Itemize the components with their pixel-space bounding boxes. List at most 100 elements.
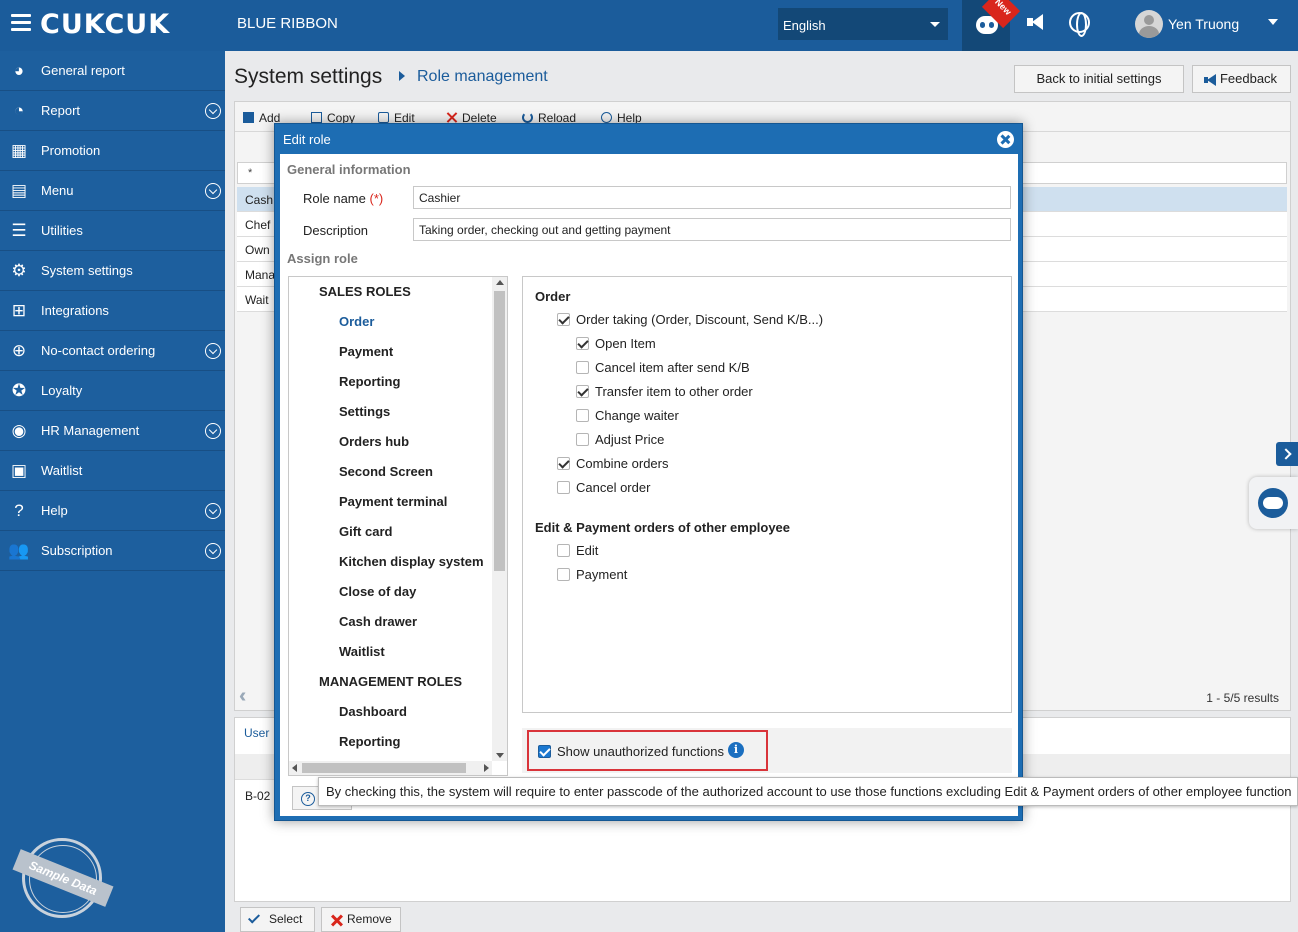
- chevron-down-icon[interactable]: [205, 543, 221, 559]
- chevron-down-icon[interactable]: [205, 103, 221, 119]
- sidebar-item-promotion[interactable]: ▦ Promotion: [0, 131, 225, 171]
- tree-item[interactable]: Reporting: [339, 374, 400, 389]
- back-to-initial-settings-button[interactable]: Back to initial settings: [1014, 65, 1184, 93]
- pie-chart-icon: ◔: [13, 101, 25, 120]
- checkbox[interactable]: [576, 433, 589, 446]
- sidebar-item-general-report[interactable]: ◕ General report: [0, 51, 225, 91]
- sidebar-item-label: Loyalty: [41, 383, 83, 398]
- checkbox[interactable]: [557, 457, 570, 470]
- permission-label: Edit: [576, 543, 599, 558]
- checkbox[interactable]: [538, 745, 551, 758]
- checkbox[interactable]: [576, 409, 589, 422]
- first-page-icon[interactable]: ‹‹: [239, 685, 248, 708]
- permissions-panel: Order Order taking (Order, Discount, Send…: [522, 276, 1012, 713]
- avatar[interactable]: [1135, 10, 1163, 38]
- tree-horizontal-scrollbar[interactable]: [289, 761, 492, 775]
- sidebar-item-help[interactable]: ? Help: [0, 491, 225, 531]
- chevron-down-icon[interactable]: [205, 503, 221, 519]
- info-icon[interactable]: i: [728, 742, 744, 758]
- list-icon: ☰: [11, 221, 27, 240]
- language-select[interactable]: English: [778, 8, 948, 40]
- scrollbar-thumb[interactable]: [302, 763, 466, 773]
- permission-label: Order taking (Order, Discount, Send K/B.…: [576, 312, 824, 327]
- sidebar-item-hr-management[interactable]: ◉ HR Management: [0, 411, 225, 451]
- select-button[interactable]: Select: [240, 907, 315, 932]
- feedback-button[interactable]: Feedback: [1192, 65, 1291, 93]
- tree-item[interactable]: Payment: [339, 344, 393, 359]
- user-menu-chevron-icon[interactable]: [1268, 19, 1278, 25]
- permission-label: Payment: [576, 567, 628, 582]
- tree-item[interactable]: Payment terminal: [339, 494, 447, 509]
- sidebar-item-no-contact-ordering[interactable]: ⊕ No-contact ordering: [0, 331, 225, 371]
- sidebar-item-label: HR Management: [41, 423, 140, 438]
- checkbox[interactable]: [576, 337, 589, 350]
- sidebar-item-system-settings[interactable]: ⚙ System settings: [0, 251, 225, 291]
- megaphone-icon: [1204, 74, 1220, 86]
- tree-item[interactable]: Waitlist: [339, 644, 385, 659]
- permission-label: Change waiter: [595, 408, 679, 423]
- globe-icon[interactable]: [1069, 12, 1090, 37]
- table-row[interactable]: B-02: [245, 789, 270, 803]
- menu-book-icon: ▤: [10, 181, 28, 200]
- sidebar-item-integrations[interactable]: ⊞ Integrations: [0, 291, 225, 331]
- check-icon: [247, 911, 261, 924]
- dialog-body: General information Role name (*) Descri…: [280, 154, 1018, 816]
- tree-vertical-scrollbar[interactable]: [492, 277, 507, 761]
- sidebar-item-subscription[interactable]: 👥 Subscription: [0, 531, 225, 571]
- sidebar-item-menu[interactable]: ▤ Menu: [0, 171, 225, 211]
- role-name-input[interactable]: [413, 186, 1011, 209]
- chevron-down-icon[interactable]: [205, 343, 221, 359]
- remove-button[interactable]: Remove: [321, 907, 401, 932]
- chevron-down-icon: [930, 22, 940, 27]
- checkbox[interactable]: [557, 544, 570, 557]
- sidebar-item-utilities[interactable]: ☰ Utilities: [0, 211, 225, 251]
- gear-icon: ⚙: [11, 261, 27, 280]
- tree-group-header[interactable]: SALES ROLES: [319, 284, 411, 299]
- scroll-left-icon[interactable]: [292, 764, 297, 772]
- scroll-right-icon[interactable]: [484, 764, 489, 772]
- edit-role-dialog: Edit role General information Role name …: [274, 123, 1023, 821]
- tree-group-header[interactable]: MANAGEMENT ROLES: [319, 674, 462, 689]
- scroll-down-icon[interactable]: [496, 753, 504, 758]
- breadcrumb-arrow-icon: [399, 71, 405, 81]
- tree-item[interactable]: Settings: [339, 404, 390, 419]
- tree-item[interactable]: Kitchen display system: [339, 554, 484, 569]
- app-logo[interactable]: CUKCUK: [40, 9, 170, 40]
- tree-item[interactable]: Gift card: [339, 524, 392, 539]
- tree-item[interactable]: Close of day: [339, 584, 416, 599]
- tab-user[interactable]: User: [244, 726, 269, 740]
- checkbox[interactable]: [557, 313, 570, 326]
- chatbot-icon[interactable]: [1249, 477, 1298, 529]
- row-label: Mana: [245, 268, 276, 282]
- sidebar-item-label: Menu: [41, 183, 74, 198]
- hamburger-menu-icon[interactable]: [11, 14, 31, 32]
- chevron-down-icon[interactable]: [205, 183, 221, 199]
- loyalty-icon: ✪: [11, 381, 27, 400]
- sidebar-item-report[interactable]: ◔ Report: [0, 91, 225, 131]
- megaphone-icon[interactable]: [1025, 12, 1047, 34]
- tree-item[interactable]: Second Screen: [339, 464, 433, 479]
- description-input[interactable]: [413, 218, 1011, 241]
- checkbox[interactable]: [557, 568, 570, 581]
- sidebar-item-waitlist[interactable]: ▣ Waitlist: [0, 451, 225, 491]
- tree-item[interactable]: Dashboard: [339, 704, 407, 719]
- user-name[interactable]: Yen Truong: [1168, 16, 1239, 32]
- assistant-button[interactable]: New: [962, 0, 1021, 51]
- checkbox[interactable]: [576, 385, 589, 398]
- tree-item[interactable]: Reporting: [339, 734, 400, 749]
- dashboard-icon: ◕: [13, 61, 25, 80]
- side-panel-toggle[interactable]: [1276, 442, 1298, 466]
- sidebar-item-label: Subscription: [41, 543, 113, 558]
- checkbox[interactable]: [557, 481, 570, 494]
- chevron-down-icon[interactable]: [205, 423, 221, 439]
- scrollbar-thumb[interactable]: [494, 291, 505, 571]
- top-bar: CUKCUK BLUE RIBBON English New Yen Truon…: [0, 0, 1298, 51]
- tree-item[interactable]: Orders hub: [339, 434, 409, 449]
- checkbox[interactable]: [576, 361, 589, 374]
- sidebar-item-loyalty[interactable]: ✪ Loyalty: [0, 371, 225, 411]
- sample-data-label: Sample Data: [12, 849, 114, 907]
- tree-item[interactable]: Cash drawer: [339, 614, 417, 629]
- scroll-up-icon[interactable]: [496, 280, 504, 285]
- close-icon[interactable]: [997, 131, 1014, 148]
- tree-item[interactable]: Order: [339, 314, 374, 329]
